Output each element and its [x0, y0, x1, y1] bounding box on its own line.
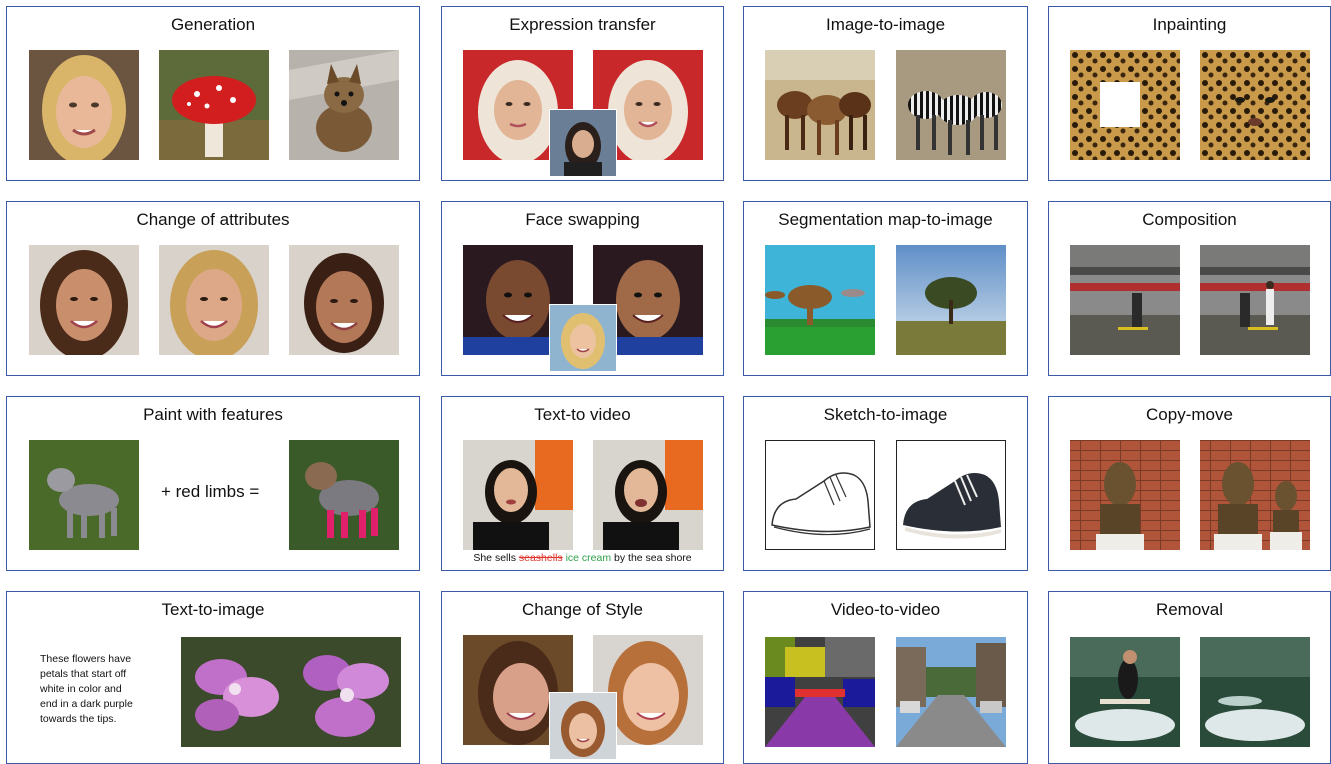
panel-title: Image-to-image: [825, 15, 946, 34]
mushroom-image: [159, 50, 269, 160]
flower-image-1: [181, 637, 291, 747]
panel-face-swapping: Face swapping: [441, 201, 724, 376]
panel-title: Removal: [1155, 600, 1224, 619]
video-frame-original: [463, 440, 573, 550]
panel-copy-move: Copy-move: [1048, 396, 1331, 571]
panel-inpainting: Inpainting: [1048, 6, 1331, 181]
video-frame-edited: [593, 440, 703, 550]
panel-title: Inpainting: [1152, 15, 1227, 34]
generated-landscape-image: [896, 245, 1006, 355]
prompt-line: petals that start off: [40, 668, 127, 680]
dog-image: [29, 440, 139, 550]
dog-image: [289, 50, 399, 160]
flower-image-2: [291, 637, 401, 747]
panel-removal: Removal: [1048, 591, 1331, 764]
caption-struck: seashells: [518, 552, 563, 564]
panel-title: Text-to video: [534, 405, 631, 424]
composited-platform-image: [1200, 245, 1310, 355]
panel-title: Composition: [1142, 210, 1237, 229]
panel-title: Change of Style: [522, 600, 643, 619]
panel-title: Copy-move: [1146, 405, 1233, 424]
panel-image-to-image: Image-to-image: [743, 6, 1028, 181]
panel-segmentation-map-to-image: Segmentation map-to-image: [743, 201, 1028, 376]
panel-title: Expression transfer: [509, 15, 656, 34]
wave-only-image: [1200, 637, 1310, 747]
panel-title: Segmentation map-to-image: [778, 210, 993, 229]
panel-change-of-style: Change of Style: [441, 591, 724, 764]
panel-title: Paint with features: [143, 405, 283, 424]
platform-image: [1070, 245, 1180, 355]
panel-text-to-image: Text-to-image These flowers have petals …: [6, 591, 420, 764]
bust-image: [1070, 440, 1180, 550]
copied-bust-image: [1200, 440, 1310, 550]
generated-shoe-image: [896, 440, 1006, 550]
panel-sketch-to-image: Sketch-to-image: [743, 396, 1028, 571]
blonde-face-image: [159, 245, 269, 355]
panel-title: Change of attributes: [136, 210, 290, 229]
panel-generation: Generation: [6, 6, 420, 181]
horses-image: [765, 50, 875, 160]
panel-change-of-attributes: Change of attributes: [6, 201, 420, 376]
source-face-image: [549, 304, 617, 372]
surfer-image: [1070, 637, 1180, 747]
street-video-frame: [896, 637, 1006, 747]
panel-text-to-video: Text-to video She sells seashells ice cr…: [441, 396, 724, 571]
panel-title: Video-to-video: [830, 600, 941, 619]
operator-text: + red limbs =: [161, 482, 260, 501]
shoe-sketch-image: [765, 440, 875, 550]
prompt-text: These flowers have petals that start off…: [40, 652, 133, 727]
style-reference-image: [549, 692, 617, 760]
prompt-line: These flowers have: [40, 653, 132, 665]
panel-video-to-video: Video-to-video: [743, 591, 1028, 764]
prompt-line: white in color and: [40, 683, 122, 695]
driver-face-image: [549, 109, 617, 177]
segmentation-map-image: [765, 245, 875, 355]
panel-title: Generation: [170, 15, 256, 34]
prompt-line: end in a dark purple: [40, 698, 133, 710]
caption-inserted: ice cream: [565, 552, 612, 564]
red-limbs-dog-image: [289, 440, 399, 550]
video-caption: She sells seashells ice cream by the sea…: [442, 552, 723, 564]
masked-leopard-image: [1070, 50, 1180, 160]
prompt-line: towards the tips.: [40, 713, 117, 725]
zebras-image: [896, 50, 1006, 160]
caption-prefix: She sells: [473, 552, 516, 564]
panel-expression-transfer: Expression transfer: [441, 6, 724, 181]
panel-title: Face swapping: [525, 210, 640, 229]
caption-suffix: by the sea shore: [614, 552, 692, 564]
panel-title: Text-to-image: [161, 600, 265, 619]
face-image: [29, 50, 139, 160]
male-face-image: [289, 245, 399, 355]
panel-title: Sketch-to-image: [823, 405, 948, 424]
panel-paint-with-features: Paint with features + red limbs =: [6, 396, 420, 571]
restored-leopard-image: [1200, 50, 1310, 160]
semantic-video-frame: [765, 637, 875, 747]
panel-composition: Composition: [1048, 201, 1331, 376]
original-face-image: [29, 245, 139, 355]
